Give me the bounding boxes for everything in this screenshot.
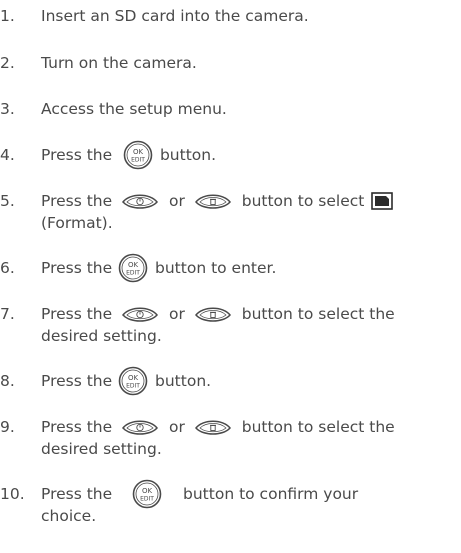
step-number: 8. bbox=[0, 372, 15, 390]
step-text-part: Press the bbox=[41, 372, 118, 390]
step-text-part: desired setting. bbox=[41, 440, 162, 458]
self-timer-button-icon bbox=[120, 416, 160, 438]
step-text-part: Press the bbox=[41, 146, 118, 164]
step-text-part: button to select the bbox=[236, 418, 395, 436]
step-text: Press the or button to select the desire… bbox=[41, 303, 459, 347]
step-number: 10. bbox=[0, 485, 25, 503]
svg-text:OK: OK bbox=[142, 487, 153, 495]
step-text: Press the or button to select the desire… bbox=[41, 416, 459, 460]
svg-text:EDIT: EDIT bbox=[126, 270, 140, 277]
step-text-part: button to confirm your bbox=[178, 485, 359, 503]
step-text-part: Press the bbox=[41, 418, 118, 436]
step-number: 5. bbox=[0, 192, 15, 210]
step-text: Press the OK EDIT button. bbox=[41, 140, 459, 170]
step-number: 6. bbox=[0, 259, 15, 277]
self-timer-button-icon bbox=[120, 303, 160, 325]
svg-text:OK: OK bbox=[133, 148, 144, 156]
step-number: 3. bbox=[0, 100, 15, 118]
step-text-part: button. bbox=[159, 146, 217, 164]
step-text-part: Insert an SD card into the camera. bbox=[41, 7, 309, 25]
svg-text:OK: OK bbox=[128, 261, 139, 269]
ok-edit-button-icon: OK EDIT bbox=[132, 479, 162, 509]
step-text-part: (Format). bbox=[41, 214, 113, 232]
step-text-part: button to enter. bbox=[150, 259, 277, 277]
sd-card-format-icon bbox=[371, 192, 394, 210]
step-number: 9. bbox=[0, 418, 15, 436]
step-text-part: Press the bbox=[41, 485, 118, 503]
ok-edit-button-icon: OK EDIT bbox=[118, 366, 148, 396]
step-number: 7. bbox=[0, 305, 15, 323]
svg-text:EDIT: EDIT bbox=[131, 157, 145, 164]
step-text-part: button to select the bbox=[236, 305, 395, 323]
svg-text:EDIT: EDIT bbox=[126, 383, 140, 390]
ok-edit-button-icon: OK EDIT bbox=[118, 253, 148, 283]
step-text: Insert an SD card into the camera. bbox=[41, 5, 459, 27]
step-text-part: or bbox=[164, 305, 190, 323]
step-text-part: button to select bbox=[236, 192, 370, 210]
step-text-part: button. bbox=[150, 372, 212, 390]
step-text: Press the OK EDIT button to confirm your … bbox=[41, 479, 459, 527]
step-number: 2. bbox=[0, 54, 15, 72]
step-text: Access the setup menu. bbox=[41, 98, 459, 120]
step-text-part: Press the bbox=[41, 305, 118, 323]
step-text-part: Turn on the camera. bbox=[41, 54, 197, 72]
step-text: Press the OK EDIT button to enter. bbox=[41, 253, 459, 283]
step-text: Press the OK EDIT button. bbox=[41, 366, 459, 396]
step-number: 1. bbox=[0, 7, 15, 25]
delete-button-icon bbox=[193, 190, 233, 212]
step-text-part: or bbox=[164, 418, 190, 436]
svg-text:EDIT: EDIT bbox=[140, 496, 154, 503]
step-text: Turn on the camera. bbox=[41, 52, 459, 74]
step-text-part: Press the bbox=[41, 259, 118, 277]
self-timer-button-icon bbox=[120, 190, 160, 212]
step-number: 4. bbox=[0, 146, 15, 164]
step-text-part: Press the bbox=[41, 192, 118, 210]
svg-text:OK: OK bbox=[128, 374, 139, 382]
step-text-part: or bbox=[164, 192, 190, 210]
delete-button-icon bbox=[193, 303, 233, 325]
delete-button-icon bbox=[193, 416, 233, 438]
ok-edit-button-icon: OK EDIT bbox=[123, 140, 153, 170]
step-text-part: choice. bbox=[41, 507, 97, 525]
step-text-part: desired setting. bbox=[41, 327, 162, 345]
step-text: Press the or button to select (Format). bbox=[41, 190, 459, 234]
step-text-part: Access the setup menu. bbox=[41, 100, 227, 118]
